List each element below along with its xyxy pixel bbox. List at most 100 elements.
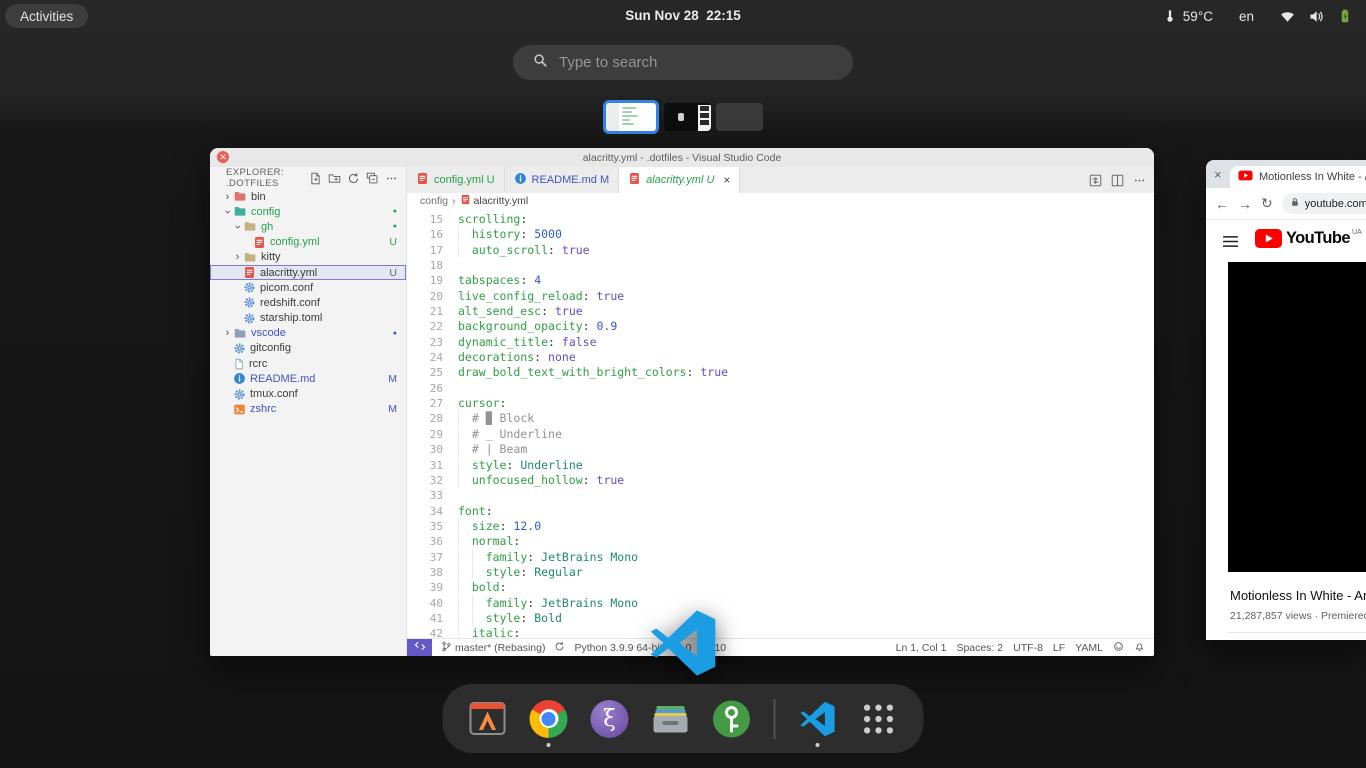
new-folder-icon[interactable] bbox=[328, 172, 341, 185]
tree-item-config.yml[interactable]: config.ymlU bbox=[210, 235, 406, 250]
tree-item-rcrc[interactable]: rcrc bbox=[210, 356, 406, 371]
search-input[interactable]: Type to search bbox=[513, 45, 853, 80]
tree-item-redshift.conf[interactable]: redshift.conf bbox=[210, 295, 406, 310]
tab-label: README.md M bbox=[532, 174, 610, 186]
indent-guide bbox=[472, 550, 486, 564]
chevron-icon[interactable]: › bbox=[232, 221, 244, 232]
code-line: 25draw_bold_text_with_bright_colors: tru… bbox=[407, 365, 1154, 380]
more-icon[interactable] bbox=[385, 172, 398, 185]
tree-item-picom.conf[interactable]: picom.conf bbox=[210, 280, 406, 295]
code-line: 26 bbox=[407, 381, 1154, 396]
chevron-icon[interactable]: › bbox=[232, 251, 243, 263]
tree-item-tmux.conf[interactable]: tmux.conf bbox=[210, 386, 406, 401]
status-item[interactable]: LF bbox=[1053, 642, 1065, 654]
editor-tab-alacritty.yml[interactable]: alacritty.yml U× bbox=[619, 167, 740, 193]
open-changes-icon[interactable] bbox=[1089, 174, 1102, 187]
code-editor[interactable]: 15scrolling:16 history: 500017 auto_scro… bbox=[407, 208, 1154, 638]
dock-emacs-icon[interactable]: ξ bbox=[590, 699, 630, 739]
chevron-icon[interactable]: › bbox=[222, 327, 233, 339]
dock-keepassxc-icon[interactable] bbox=[712, 699, 752, 739]
lock-icon bbox=[1290, 197, 1300, 210]
back-button[interactable]: ← bbox=[1215, 196, 1229, 212]
youtube-logo[interactable]: YouTube UA bbox=[1255, 229, 1362, 253]
reload-button[interactable]: ↻ bbox=[1261, 195, 1273, 212]
forward-button[interactable]: → bbox=[1238, 196, 1252, 212]
status-item[interactable]: Ln 1, Col 1 bbox=[896, 642, 947, 654]
git-status-badge: ● bbox=[393, 208, 397, 215]
keyboard-layout-indicator[interactable]: en bbox=[1239, 9, 1254, 24]
system-status-area[interactable]: 59°C en bbox=[1163, 0, 1352, 32]
tree-item-gh[interactable]: ›gh● bbox=[210, 219, 406, 234]
tree-item-bin[interactable]: ›bin bbox=[210, 189, 406, 204]
youtube-wordmark: YouTube bbox=[1286, 229, 1350, 248]
token: true bbox=[597, 289, 625, 303]
status-item[interactable] bbox=[554, 641, 565, 655]
tree-item-alacritty.yml[interactable]: alacritty.ymlU bbox=[210, 265, 406, 280]
remote-indicator[interactable] bbox=[407, 639, 432, 656]
video-player[interactable] bbox=[1228, 262, 1366, 572]
workspace-thumbnail-2[interactable] bbox=[664, 103, 711, 131]
browser-tab[interactable]: Motionless In White - / bbox=[1230, 166, 1366, 188]
workspace-thumbnail-1[interactable] bbox=[603, 100, 659, 134]
line-number: 42 bbox=[407, 626, 443, 638]
token: : bbox=[500, 396, 507, 410]
info-icon bbox=[233, 372, 246, 385]
window-close-button[interactable]: ✕ bbox=[217, 151, 229, 163]
dock-chrome-icon[interactable] bbox=[529, 699, 569, 739]
tree-item-config[interactable]: ›config● bbox=[210, 204, 406, 219]
breadcrumb-file[interactable]: alacritty.yml bbox=[474, 195, 529, 207]
tab-title: Motionless In White - / bbox=[1259, 171, 1366, 183]
status-item[interactable] bbox=[1113, 641, 1124, 655]
collapse-all-icon[interactable] bbox=[366, 172, 379, 185]
code-text: # | Beam bbox=[458, 442, 527, 457]
activities-button[interactable]: Activities bbox=[5, 4, 88, 28]
line-number: 19 bbox=[407, 273, 443, 288]
dock-files-icon[interactable] bbox=[651, 699, 691, 739]
editor-tab-config.yml[interactable]: config.yml U bbox=[407, 167, 505, 193]
address-bar[interactable]: youtube.com/wa bbox=[1282, 193, 1366, 214]
tab-close-icon[interactable]: × bbox=[1214, 167, 1222, 182]
code-text: font: bbox=[458, 504, 493, 519]
breadcrumb[interactable]: config › alacritty.yml bbox=[407, 193, 1154, 208]
chrome-window[interactable]: × Motionless In White - / ← → ↻ youtube.… bbox=[1206, 160, 1366, 640]
dock-app-grid-icon[interactable] bbox=[859, 699, 899, 739]
refresh-icon[interactable] bbox=[347, 172, 360, 185]
tree-item-README.md[interactable]: README.mdM bbox=[210, 371, 406, 386]
clock[interactable]: Sun Nov 28 22:15 bbox=[625, 8, 741, 23]
tree-item-vscode[interactable]: ›vscode● bbox=[210, 326, 406, 341]
code-text: style: Underline bbox=[458, 458, 583, 473]
vscode-window[interactable]: ✕ alacritty.yml - .dotfiles - Visual Stu… bbox=[210, 148, 1154, 656]
new-file-icon[interactable] bbox=[309, 172, 322, 185]
chevron-icon[interactable]: › bbox=[222, 206, 234, 217]
hamburger-menu-icon[interactable] bbox=[1222, 235, 1239, 248]
token: : bbox=[500, 580, 507, 594]
tree-item-zshrc[interactable]: zshrcM bbox=[210, 402, 406, 417]
token: JetBrains Mono bbox=[541, 550, 638, 564]
token: bold bbox=[472, 580, 500, 594]
line-number: 27 bbox=[407, 396, 443, 411]
gear-icon bbox=[243, 281, 256, 294]
breadcrumb-folder[interactable]: config bbox=[420, 195, 448, 207]
indent-guide bbox=[458, 442, 472, 456]
dock-vscode-icon[interactable] bbox=[798, 699, 838, 739]
tree-item-kitty[interactable]: ›kitty bbox=[210, 250, 406, 265]
line-number: 35 bbox=[407, 519, 443, 534]
dock-alacritty-icon[interactable] bbox=[468, 699, 508, 739]
split-editor-icon[interactable] bbox=[1111, 174, 1124, 187]
more-icon[interactable] bbox=[1133, 174, 1146, 187]
chevron-icon[interactable]: › bbox=[222, 191, 233, 203]
status-item[interactable]: UTF-8 bbox=[1013, 642, 1043, 654]
status-item[interactable]: Spaces: 2 bbox=[956, 642, 1003, 654]
status-item[interactable]: master* (Rebasing) bbox=[441, 641, 545, 655]
status-item[interactable] bbox=[1134, 641, 1145, 655]
status-item[interactable]: YAML bbox=[1075, 642, 1103, 654]
line-number: 31 bbox=[407, 458, 443, 473]
workspace-thumbnail-3[interactable] bbox=[716, 103, 763, 131]
tab-close-icon[interactable]: × bbox=[723, 173, 730, 187]
editor-tab-README.md[interactable]: README.md M bbox=[505, 167, 620, 193]
explorer-header: EXPLORER: .DOTFILES bbox=[226, 167, 309, 189]
code-line: 22background_opacity: 0.9 bbox=[407, 319, 1154, 334]
tree-item-starship.toml[interactable]: starship.toml bbox=[210, 311, 406, 326]
chrome-logo-icon bbox=[530, 700, 568, 738]
tree-item-gitconfig[interactable]: gitconfig bbox=[210, 341, 406, 356]
